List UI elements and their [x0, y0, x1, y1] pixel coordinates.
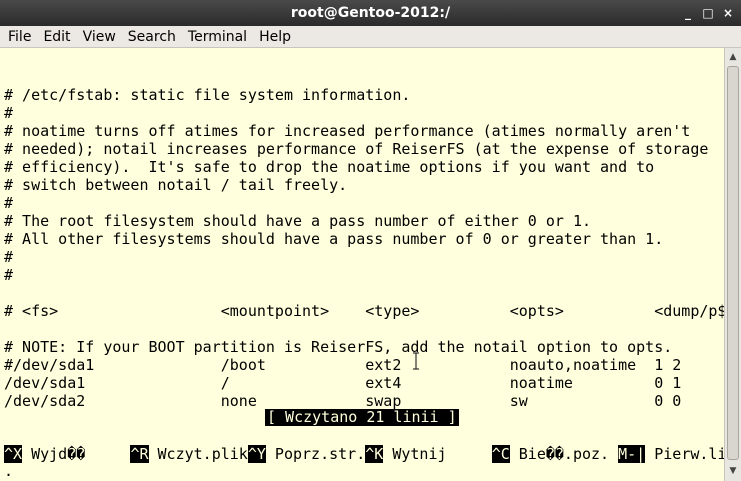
shortcut-key: ^X	[4, 445, 23, 463]
shortcut-key: ^C	[491, 445, 510, 463]
close-button[interactable]: ×	[721, 0, 735, 26]
terminal-line: # efficiency). It's safe to drop the noa…	[4, 158, 655, 176]
scroll-down-icon[interactable]: ▼	[725, 464, 741, 478]
shortcut-label: Poprz.str.	[265, 445, 366, 463]
shortcut-label: Pierw.lin	[654, 445, 724, 463]
menubar: File Edit View Search Terminal Help	[0, 26, 741, 48]
shortcut-label: Bie��.poz.	[509, 445, 619, 463]
terminal-line: #	[4, 104, 14, 122]
terminal-line: # needed); notail increases performance …	[4, 140, 709, 158]
shortcut-bar: ^X Wyjd�� ^R Wczyt.plik^Y Poprz.str.^K W…	[4, 445, 724, 463]
terminal-line: /dev/sda1 / ext4 noatime 0 1	[4, 374, 682, 392]
vertical-scrollbar[interactable]: ▲ ▼	[724, 48, 741, 481]
scroll-up-icon[interactable]: ▲	[725, 50, 741, 64]
terminal-line: #/dev/sda1 /boot ext2 noauto,noatime 1 2	[4, 356, 682, 374]
minimize-button[interactable]: _	[681, 0, 695, 26]
text-cursor-icon	[413, 352, 419, 370]
shortcut-label: Wczyt.plik	[148, 445, 248, 463]
terminal-line: # All other filesystems should have a pa…	[4, 230, 664, 248]
menu-search[interactable]: Search	[124, 29, 180, 45]
terminal-line: # <fs> <mountpoint> <type> <opts> <dump/…	[4, 302, 724, 320]
shortcut-key: M-|	[618, 445, 646, 463]
terminal-line: #	[4, 266, 14, 284]
terminal-area[interactable]: # /etc/fstab: static file system informa…	[0, 48, 724, 481]
menu-edit[interactable]: Edit	[39, 29, 74, 45]
terminal-line: #	[4, 194, 14, 212]
terminal-line: # noatime turns off atimes for increased…	[4, 122, 691, 140]
shortcut-key: ^R	[130, 445, 149, 463]
terminal-line: # NOTE: If your BOOT partition is Reiser…	[4, 338, 673, 356]
menu-help[interactable]: Help	[255, 29, 295, 45]
terminal-line: # The root filesystem should have a pass…	[4, 212, 591, 230]
scroll-thumb[interactable]	[727, 66, 739, 460]
maximize-button[interactable]: □	[701, 0, 715, 26]
menu-terminal[interactable]: Terminal	[184, 29, 251, 45]
terminal-line: #	[4, 248, 14, 266]
shortcut-key: ^K	[365, 445, 384, 463]
status-message: [ Wczytano 21 linii ]	[265, 408, 459, 426]
window-controls: _ □ ×	[681, 0, 735, 26]
shortcut-key: ^Y	[247, 445, 266, 463]
menu-view[interactable]: View	[79, 29, 120, 45]
menu-file[interactable]: File	[4, 29, 35, 45]
shortcut-label: Wytnij	[383, 445, 492, 463]
window-title: root@Gentoo-2012:/	[290, 5, 451, 21]
shortcut-label: Wyjd��	[22, 445, 131, 463]
window-titlebar[interactable]: root@Gentoo-2012:/ _ □ ×	[0, 0, 741, 26]
terminal-line: # /etc/fstab: static file system informa…	[4, 86, 411, 104]
terminal-last-line: .	[4, 462, 14, 480]
terminal-line: # switch between notail / tail freely.	[4, 176, 348, 194]
